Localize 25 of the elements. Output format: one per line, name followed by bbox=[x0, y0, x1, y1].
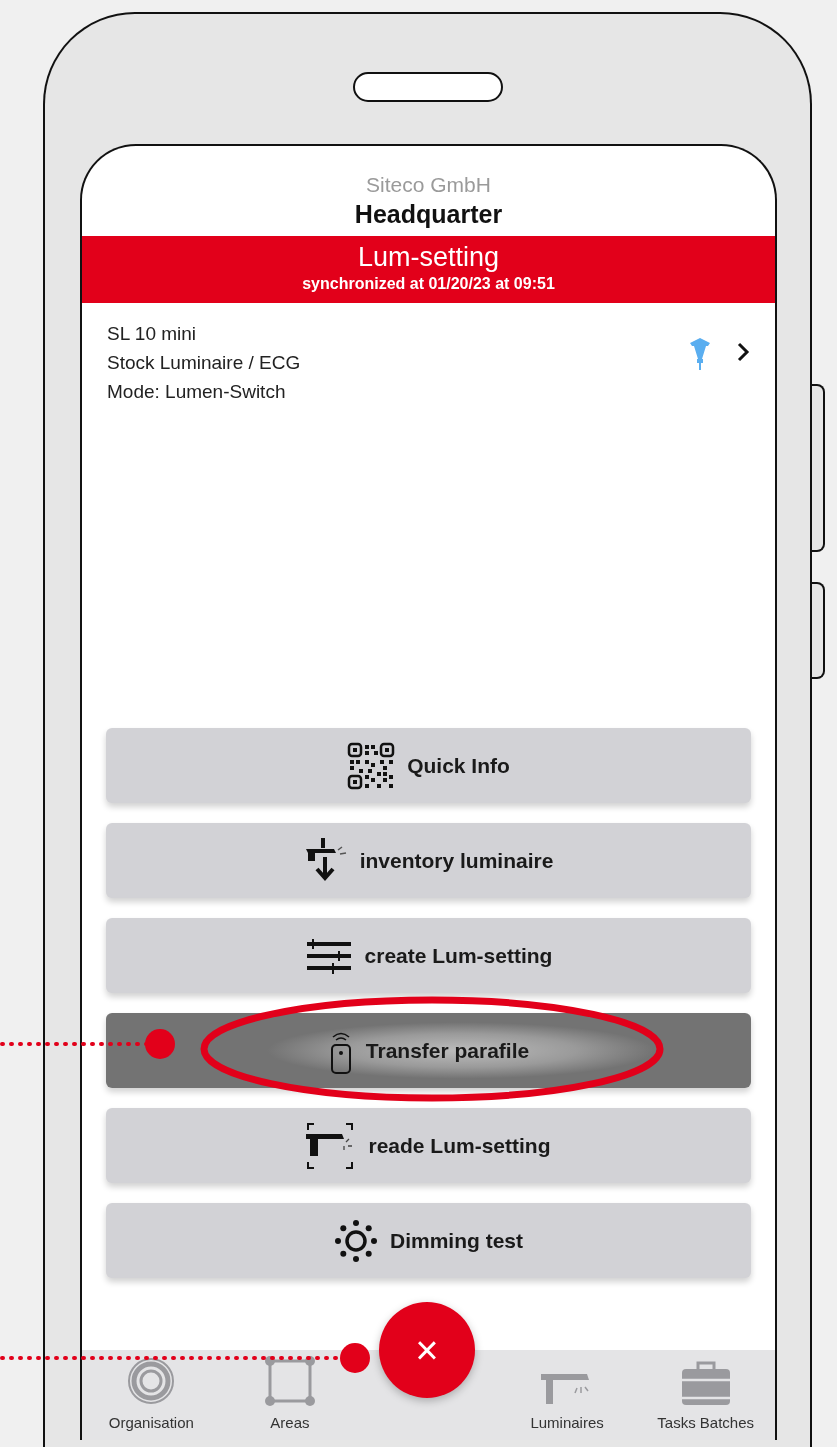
briefcase-icon bbox=[679, 1359, 732, 1406]
tab-button[interactable]: Tasks Batches bbox=[636, 1350, 775, 1440]
tab-button[interactable]: Organisation bbox=[82, 1350, 221, 1440]
banner-title: Lum-setting bbox=[356, 241, 501, 274]
action-button[interactable]: reade Lum-setting bbox=[106, 1108, 751, 1183]
action-button[interactable]: inventory luminaire bbox=[106, 823, 751, 898]
site-title: Headquarter bbox=[353, 199, 504, 230]
tab-button[interactable]: Areas bbox=[220, 1350, 360, 1440]
rings-icon bbox=[126, 1355, 177, 1406]
sync-status: synchronized at 01/20/23 at 09:51 bbox=[301, 274, 556, 294]
action-button[interactable]: Dimming test bbox=[106, 1203, 751, 1278]
company-name: Siteco GmbH bbox=[365, 172, 492, 198]
sun-icon bbox=[334, 1218, 378, 1263]
tab-button[interactable]: Luminaires bbox=[497, 1350, 637, 1440]
action-button[interactable]: Quick Info bbox=[106, 728, 751, 803]
qr-code-icon bbox=[347, 741, 396, 790]
luminaire-detail: Stock Luminaire / ECG bbox=[107, 351, 302, 375]
square-icon bbox=[264, 1355, 315, 1406]
luminaire-icon bbox=[688, 337, 712, 371]
action-button[interactable]: Transfer parafile bbox=[106, 1013, 751, 1088]
action-button[interactable]: create Lum-setting bbox=[106, 918, 751, 993]
chevron-icon bbox=[736, 340, 750, 363]
luminaire-detail: SL 10 mini bbox=[107, 322, 198, 346]
close-button[interactable]: × bbox=[379, 1302, 475, 1398]
luminaire-detail: Mode: Lumen-Switch bbox=[107, 380, 287, 404]
